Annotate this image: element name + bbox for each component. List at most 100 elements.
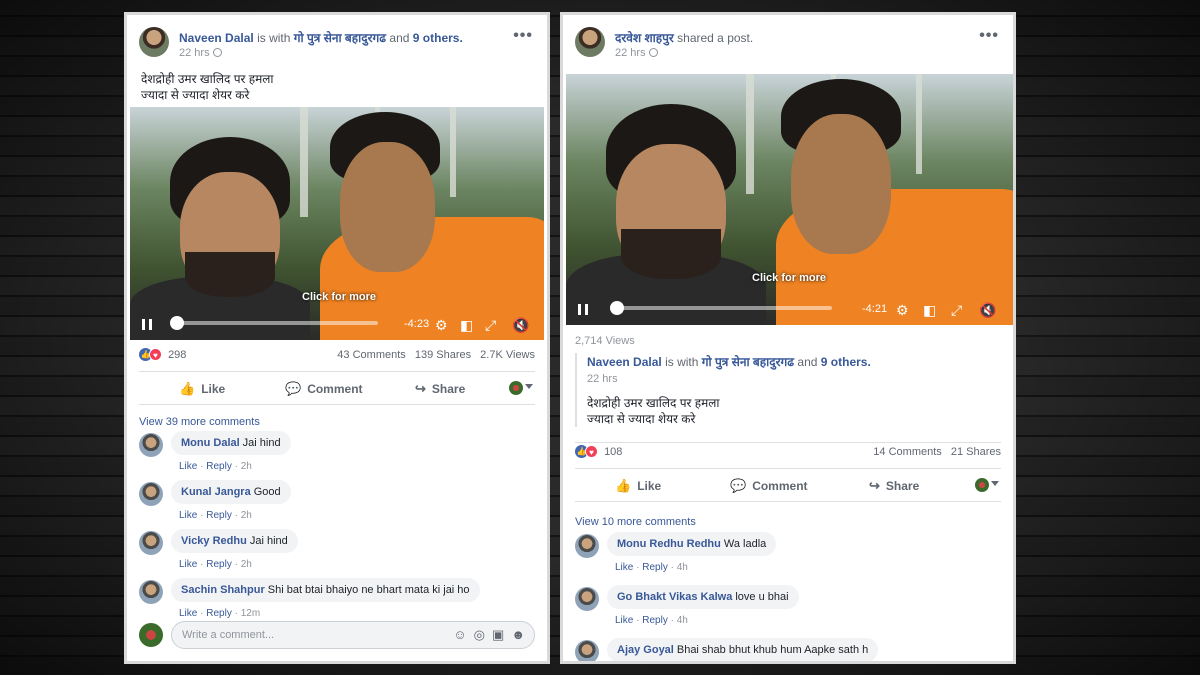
avatar[interactable]: [139, 580, 163, 604]
post-stats: 👍 ♥ 298 43 Comments 139 Shares 2.7K Views: [139, 348, 535, 366]
view-more-comments-link[interactable]: View 39 more comments: [139, 416, 260, 428]
globe-icon: [648, 48, 658, 57]
video-scrubber[interactable]: [170, 316, 378, 330]
post-stats: 👍 ♥ 108 14 Comments 21 Shares: [575, 442, 1001, 460]
avatar: [139, 623, 163, 647]
author-name[interactable]: Naveen Dalal: [179, 31, 254, 45]
settings-icon[interactable]: ⚙: [896, 303, 909, 317]
others-link[interactable]: 9 others.: [413, 31, 463, 45]
video-remaining-time: -4:21: [862, 303, 888, 315]
click-for-more-label[interactable]: Click for more: [752, 272, 826, 284]
post-header: Naveen Dalal is with गो पुत्र सेना बहादु…: [139, 27, 535, 67]
comments-count[interactable]: 14 Comments: [873, 446, 941, 458]
like-button[interactable]: 👍 Like: [179, 381, 225, 397]
comment-item: Go Bhakt Vikas Kalwa love u bhai Like · R…: [575, 585, 1001, 631]
chevron-down-icon[interactable]: [991, 481, 999, 486]
reactions[interactable]: 👍 ♥ 108: [575, 445, 622, 458]
globe-icon: [212, 48, 222, 57]
author-line: Naveen Dalal is with गो पुत्र सेना बहादु…: [179, 31, 463, 45]
love-reaction-icon: ♥: [149, 348, 162, 361]
comment-icon: 💬: [285, 381, 302, 396]
views-count: 2,714 Views: [575, 335, 635, 347]
shared-caption: देशद्रोही उमर खालिद पर हमला ज्यादा से ज्…: [587, 396, 720, 426]
camera-icon[interactable]: ◎: [474, 627, 485, 642]
comment-item: Monu Dalal Jai hind Like · Reply · 2h: [139, 431, 535, 477]
comment-icon: 💬: [730, 478, 747, 493]
comment-button[interactable]: 💬 Comment: [285, 381, 363, 397]
shares-count[interactable]: 21 Shares: [951, 446, 1001, 458]
others-link[interactable]: 9 others.: [821, 355, 871, 369]
pip-icon[interactable]: ◧: [923, 303, 936, 317]
chevron-down-icon[interactable]: [525, 384, 533, 389]
comment-item: Monu Redhu Redhu Wa ladla Like · Reply · …: [575, 532, 1001, 578]
view-more-comments-link[interactable]: View 10 more comments: [575, 516, 696, 528]
reactions-count: 108: [604, 445, 623, 458]
avatar[interactable]: [139, 531, 163, 555]
emoji-icon[interactable]: ☺: [453, 627, 466, 642]
video-player[interactable]: Click for more -4:23 ⚙ ◧ ⤢ 🔇: [130, 107, 544, 340]
comment-item: Ajay Goyal Bhai shab bhut khub hum Aapke …: [575, 638, 1001, 661]
avatar[interactable]: [139, 433, 163, 457]
avatar[interactable]: [575, 640, 599, 661]
volume-icon[interactable]: 🔇: [979, 303, 996, 317]
share-icon: ↪: [869, 478, 880, 493]
author-avatar[interactable]: [139, 27, 169, 57]
share-button[interactable]: ↪ Share: [869, 478, 919, 494]
author-avatar[interactable]: [575, 27, 605, 57]
comment-item: Sachin Shahpur Shi bat btai bhaiyo ne bha…: [139, 578, 535, 624]
video-remaining-time: -4:23: [404, 318, 430, 330]
shares-count[interactable]: 139 Shares: [415, 349, 471, 361]
views-count: 2.7K Views: [480, 349, 535, 361]
fullscreen-icon[interactable]: ⤢: [485, 318, 496, 332]
love-reaction-icon: ♥: [585, 445, 598, 458]
like-button[interactable]: 👍 Like: [615, 478, 661, 494]
avatar[interactable]: [575, 534, 599, 558]
tagged-page-link[interactable]: गो पुत्र सेना बहादुरगढ: [702, 355, 794, 369]
play-pause-icon[interactable]: [578, 304, 588, 315]
shared-author-name[interactable]: Naveen Dalal: [587, 355, 662, 369]
scrubber-knob[interactable]: [170, 316, 184, 330]
like-icon: 👍: [179, 381, 196, 396]
post-time: 22 hrs: [615, 47, 658, 59]
more-dots-icon[interactable]: •••: [513, 27, 533, 45]
author-name[interactable]: दरवेश शाहपुर: [615, 31, 674, 45]
video-controls: -4:21 ⚙ ◧ ⤢ 🔇: [566, 295, 1013, 325]
post-header: दरवेश शाहपुर shared a post. 22 hrs •••: [575, 27, 1001, 67]
post-caption: देशद्रोही उमर खालिद पर हमला ज्यादा से ज्…: [141, 72, 274, 102]
page-selector-avatar[interactable]: [975, 478, 989, 492]
reactions-count: 298: [168, 348, 187, 361]
like-icon: 👍: [615, 478, 632, 493]
reactions[interactable]: 👍 ♥ 298: [139, 348, 186, 361]
play-pause-icon[interactable]: [142, 319, 152, 330]
share-icon: ↪: [415, 381, 426, 396]
video-controls: -4:23 ⚙ ◧ ⤢ 🔇: [130, 310, 544, 340]
avatar[interactable]: [575, 587, 599, 611]
post-actions: 👍 Like 💬 Comment ↪ Share: [575, 468, 1001, 502]
author-line: दरवेश शाहपुर shared a post.: [615, 31, 754, 45]
avatar[interactable]: [139, 482, 163, 506]
share-button[interactable]: ↪ Share: [415, 381, 465, 397]
right-post-card: दरवेश शाहपुर shared a post. 22 hrs ••• C…: [560, 12, 1016, 664]
tagged-page-link[interactable]: गो पुत्र सेना बहादुरगढ: [294, 31, 386, 45]
comments-count[interactable]: 43 Comments: [337, 349, 405, 361]
click-for-more-label[interactable]: Click for more: [302, 291, 376, 303]
fullscreen-icon[interactable]: ⤢: [951, 303, 962, 317]
sticker-icon[interactable]: ☻: [511, 627, 525, 642]
left-post-card: Naveen Dalal is with गो पुत्र सेना बहादु…: [124, 12, 550, 664]
scrubber-knob[interactable]: [610, 301, 624, 315]
pip-icon[interactable]: ◧: [460, 318, 473, 332]
write-comment-row: Write a comment... ☺ ◎ ▣ ☻: [139, 621, 535, 649]
video-player[interactable]: Click for more -4:21 ⚙ ◧ ⤢ 🔇: [566, 74, 1013, 325]
page-selector-avatar[interactable]: [509, 381, 523, 395]
comment-item: Kunal Jangra Good Like · Reply · 2h: [139, 480, 535, 526]
post-time: 22 hrs: [179, 47, 222, 59]
comment-button[interactable]: 💬 Comment: [730, 478, 808, 494]
more-dots-icon[interactable]: •••: [979, 27, 999, 45]
video-scrubber[interactable]: [610, 301, 832, 315]
shared-post-time[interactable]: 22 hrs: [587, 373, 1001, 385]
post-actions: 👍 Like 💬 Comment ↪ Share: [139, 371, 535, 405]
settings-icon[interactable]: ⚙: [435, 318, 448, 332]
shared-post[interactable]: Naveen Dalal is with गो पुत्र सेना बहादु…: [575, 353, 1001, 427]
volume-icon[interactable]: 🔇: [512, 318, 529, 332]
gif-icon[interactable]: ▣: [492, 627, 504, 642]
